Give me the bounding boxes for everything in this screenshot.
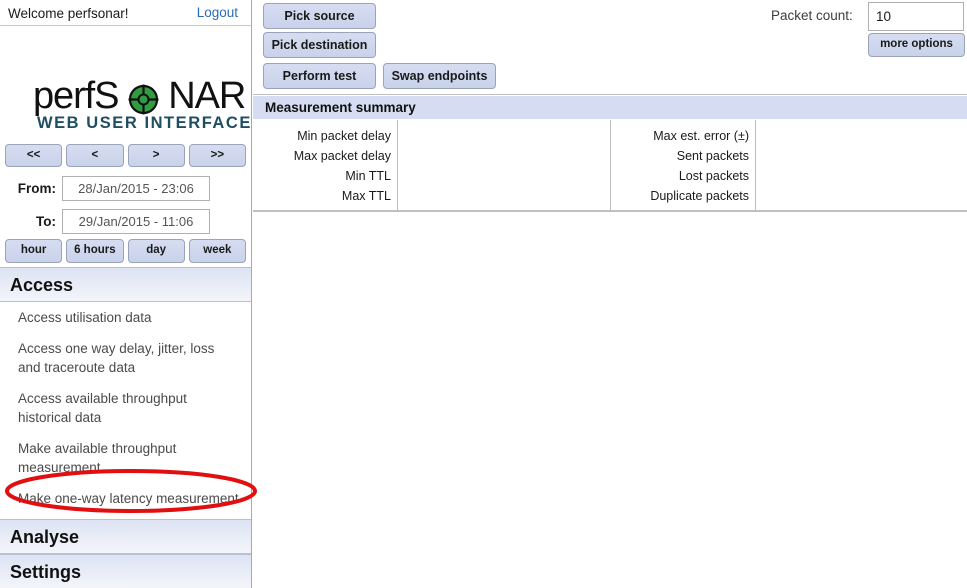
summary-left-labels: Min packet delay Max packet delay Min TT… <box>253 120 397 210</box>
swap-endpoints-button[interactable]: Swap endpoints <box>383 63 496 89</box>
label-min-ttl: Min TTL <box>345 169 391 183</box>
time-nav-buttons: << < > >> <box>0 144 251 167</box>
date-from-input[interactable]: 28/Jan/2015 - 23:06 <box>62 175 210 201</box>
time-range-buttons: hour 6 hours day week <box>0 239 251 263</box>
nav-last-button[interactable]: >> <box>188 144 246 167</box>
summary-left-values <box>397 120 611 210</box>
nav-next-button[interactable]: > <box>127 144 185 167</box>
logo-word-post: NAR <box>168 75 246 117</box>
logout-link[interactable]: Logout <box>197 5 238 21</box>
nav-first-button[interactable]: << <box>5 144 63 167</box>
section-header-settings[interactable]: Settings <box>0 554 251 588</box>
perfsonar-web-ui: Welcome perfsonar! Logout perfS NAR WEB … <box>0 0 967 588</box>
logo-wordmark: perfS NAR <box>33 75 246 117</box>
crosshair-globe-icon <box>128 83 159 115</box>
pick-source-button[interactable]: Pick source <box>263 3 376 29</box>
sidebar: Welcome perfsonar! Logout perfS NAR WEB … <box>0 0 252 588</box>
results-empty-area <box>253 214 967 588</box>
main-panel: Pick source Pick destination Perform tes… <box>253 0 967 588</box>
logo-word-pre: perfS <box>33 75 119 117</box>
range-6-hours-button[interactable]: 6 hours <box>66 239 124 263</box>
label-max-est-error: Max est. error (±) <box>653 129 749 143</box>
measurement-summary-header: Measurement summary <box>253 96 967 120</box>
menu-item-access-utilisation-data[interactable]: Access utilisation data <box>0 302 251 333</box>
date-to-row: To: 29/Jan/2015 - 11:06 <box>0 207 251 235</box>
range-week-button[interactable]: week <box>188 239 246 263</box>
summary-right-labels: Max est. error (±) Sent packets Lost pac… <box>611 120 755 210</box>
range-hour-button[interactable]: hour <box>5 239 63 263</box>
measurement-summary-table: Min packet delay Max packet delay Min TT… <box>253 120 967 212</box>
date-to-label: To: <box>36 213 56 229</box>
date-from-row: From: 28/Jan/2015 - 23:06 <box>0 174 251 202</box>
more-options-button[interactable]: more options <box>868 33 965 57</box>
date-to-input[interactable]: 29/Jan/2015 - 11:06 <box>62 208 210 234</box>
welcome-bar: Welcome perfsonar! Logout <box>0 0 251 26</box>
perfsonar-logo: perfS NAR WEB USER INTERFACE <box>0 30 251 141</box>
logo-subtitle: WEB USER INTERFACE <box>37 114 252 132</box>
packet-count-label: Packet count: <box>771 8 853 23</box>
menu-item-make-throughput-measurement[interactable]: Make available throughput measurement <box>0 433 251 483</box>
date-from-label: From: <box>17 180 56 196</box>
nav-prev-button[interactable]: < <box>66 144 124 167</box>
pick-destination-button[interactable]: Pick destination <box>263 32 376 58</box>
label-duplicate-packets: Duplicate packets <box>650 189 749 203</box>
measurement-toolbar: Pick source Pick destination Perform tes… <box>253 0 967 95</box>
menu-item-access-owd-jitter-loss-traceroute[interactable]: Access one way delay, jitter, loss and t… <box>0 333 251 383</box>
access-menu: Access utilisation data Access one way d… <box>0 302 251 514</box>
label-lost-packets: Lost packets <box>678 169 749 183</box>
perform-test-button[interactable]: Perform test <box>263 63 376 89</box>
menu-item-make-one-way-latency-measurement[interactable]: Make one-way latency measurement <box>0 483 251 514</box>
label-min-packet-delay: Min packet delay <box>297 129 391 143</box>
section-header-analyse[interactable]: Analyse <box>0 519 251 554</box>
welcome-text: Welcome perfsonar! <box>8 6 129 21</box>
menu-item-access-throughput-historical[interactable]: Access available throughput historical d… <box>0 383 251 433</box>
packet-count-input[interactable]: 10 <box>868 2 964 31</box>
range-day-button[interactable]: day <box>127 239 185 263</box>
summary-right-values <box>755 120 967 210</box>
label-max-ttl: Max TTL <box>341 189 391 203</box>
label-max-packet-delay: Max packet delay <box>293 149 391 163</box>
label-sent-packets: Sent packets <box>676 149 749 163</box>
section-header-access[interactable]: Access <box>0 267 251 302</box>
